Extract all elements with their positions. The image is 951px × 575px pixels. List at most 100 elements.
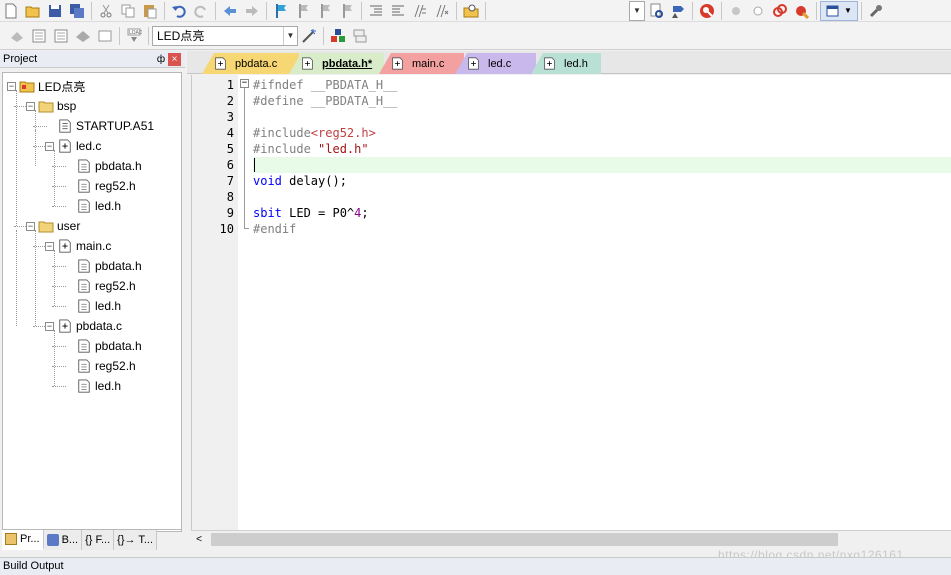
bookmark-icon[interactable] <box>270 1 292 21</box>
uncomment-icon[interactable] <box>431 1 453 21</box>
chevron-down-icon[interactable]: ▼ <box>283 26 297 45</box>
rebuild-icon[interactable] <box>50 26 72 46</box>
collapse-icon[interactable]: − <box>45 141 54 151</box>
horizontal-scrollbar[interactable]: < <box>191 530 951 547</box>
code-line[interactable] <box>253 157 951 173</box>
tree-folder[interactable]: − LED点亮 <box>7 76 85 96</box>
tree-file[interactable]: reg52.h <box>64 276 136 296</box>
disable-breakpoint-icon[interactable] <box>747 1 769 21</box>
stop-build-icon[interactable] <box>94 26 116 46</box>
code-token: <reg52.h> <box>310 126 376 140</box>
go-to-icon[interactable] <box>667 1 689 21</box>
copy-icon[interactable] <box>117 1 139 21</box>
file-extensions-icon[interactable] <box>349 26 371 46</box>
redo-icon[interactable] <box>190 1 212 21</box>
cut-icon[interactable] <box>95 1 117 21</box>
tab-books[interactable]: B... <box>43 530 83 550</box>
code-token: "led.h" <box>318 142 369 156</box>
tree-folder[interactable]: − bsp <box>26 96 76 116</box>
next-bookmark-icon[interactable] <box>314 1 336 21</box>
download-icon[interactable]: LOAD <box>123 26 145 46</box>
wrench-icon[interactable] <box>865 1 887 21</box>
fold-collapse-icon[interactable]: − <box>240 79 249 88</box>
build-icon[interactable] <box>28 26 50 46</box>
code-token: #endif <box>253 222 297 236</box>
code-editor[interactable]: 1 2 3 4 5 6 7 8 9 10 − #ifndef __PBDATA_H__ #defin… <box>191 75 951 530</box>
batch-build-icon[interactable] <box>72 26 94 46</box>
code-line[interactable]: void delay(); <box>253 173 951 189</box>
tree-file[interactable]: reg52.h <box>64 176 136 196</box>
find-dropdown[interactable]: ▼ <box>629 0 645 21</box>
tree-file[interactable]: STARTUP.A51 <box>45 116 154 136</box>
tree-file[interactable]: led.h <box>64 196 121 216</box>
code-line[interactable]: #include "led.h" <box>253 141 951 157</box>
paste-icon[interactable] <box>139 1 161 21</box>
disable-all-breakpoints-icon[interactable] <box>769 1 791 21</box>
code-line[interactable] <box>253 189 951 205</box>
code-line[interactable]: #endif <box>253 221 951 237</box>
indent-icon[interactable] <box>365 1 387 21</box>
tree-file[interactable]: led.h <box>64 296 121 316</box>
file-tab[interactable]: main.c <box>379 53 464 74</box>
debug-icon[interactable] <box>696 1 718 21</box>
project-panel-title: Project <box>3 53 38 65</box>
breakpoint-icon[interactable] <box>725 1 747 21</box>
collapse-icon[interactable]: − <box>7 81 16 91</box>
collapse-icon[interactable]: − <box>26 101 35 111</box>
folder-icon <box>38 98 54 114</box>
toolbar-separator <box>721 1 722 20</box>
target-select[interactable]: LED点亮 ▼ <box>152 25 298 46</box>
tree-connector <box>52 206 66 207</box>
tree-file[interactable]: − pbdata.c <box>45 316 122 336</box>
translate-icon[interactable] <box>6 26 28 46</box>
comment-icon[interactable] <box>409 1 431 21</box>
tab-templates[interactable]: {}→ T... <box>114 530 158 550</box>
nav-forward-icon[interactable] <box>241 1 263 21</box>
nav-back-icon[interactable] <box>219 1 241 21</box>
new-file-icon[interactable] <box>0 1 22 21</box>
code-line[interactable]: sbit LED = P0^4; <box>253 205 951 221</box>
tree-label: led.h <box>95 199 122 213</box>
code-line[interactable]: #ifndef __PBDATA_H__ <box>253 77 951 93</box>
tree-file[interactable]: pbdata.h <box>64 336 142 356</box>
pin-icon[interactable]: ф <box>154 54 168 65</box>
undo-icon[interactable] <box>168 1 190 21</box>
collapse-icon[interactable]: − <box>45 241 54 251</box>
tree-file[interactable]: pbdata.h <box>64 256 142 276</box>
open-folder-icon[interactable] <box>22 1 44 21</box>
unindent-icon[interactable] <box>387 1 409 21</box>
line-number: 2 <box>226 94 234 108</box>
tab-project[interactable]: Pr... <box>2 530 44 550</box>
target-options-icon[interactable] <box>298 26 320 46</box>
code-line[interactable]: #include<reg52.h> <box>253 125 951 141</box>
tab-functions[interactable]: {} F... <box>82 530 115 550</box>
manage-components-icon[interactable] <box>327 26 349 46</box>
file-tab[interactable]: led.c <box>455 53 536 74</box>
save-all-icon[interactable] <box>66 1 88 21</box>
tree-file[interactable]: pbdata.h <box>64 156 142 176</box>
clear-bookmarks-icon[interactable] <box>336 1 358 21</box>
close-icon[interactable]: × <box>168 52 181 66</box>
project-panel: Project ф × − LED点亮 − bsp STARTUP.A51− led.c p… <box>0 51 185 553</box>
build-output-label[interactable]: Build Output <box>3 560 64 572</box>
editor-area: pbdata.c pbdata.h* main.c led.c led.h 1 2 3 4 5 6… <box>187 51 951 553</box>
find-in-files-icon[interactable] <box>460 1 482 21</box>
scrollbar-thumb[interactable] <box>211 532 838 546</box>
file-tab[interactable]: pbdata.c <box>202 53 299 74</box>
tree-file[interactable]: reg52.h <box>64 356 136 376</box>
collapse-icon[interactable]: − <box>26 221 35 231</box>
save-icon[interactable] <box>44 1 66 21</box>
code-line[interactable] <box>253 109 951 125</box>
incremental-find-icon[interactable] <box>645 1 667 21</box>
prev-bookmark-icon[interactable] <box>292 1 314 21</box>
file-tab[interactable]: led.h <box>531 53 601 74</box>
window-icon[interactable]: ▼ <box>820 0 858 21</box>
scroll-left-icon[interactable]: < <box>191 534 207 545</box>
file-tab-bar: pbdata.c pbdata.h* main.c led.c led.h <box>187 51 951 74</box>
kill-breakpoints-icon[interactable] <box>791 1 813 21</box>
tree-label: led.c <box>76 139 102 153</box>
tree-file[interactable]: led.h <box>64 376 121 396</box>
collapse-icon[interactable]: − <box>45 321 54 331</box>
file-tab[interactable]: pbdata.h* <box>289 53 384 74</box>
code-line[interactable]: #define __PBDATA_H__ <box>253 93 951 109</box>
